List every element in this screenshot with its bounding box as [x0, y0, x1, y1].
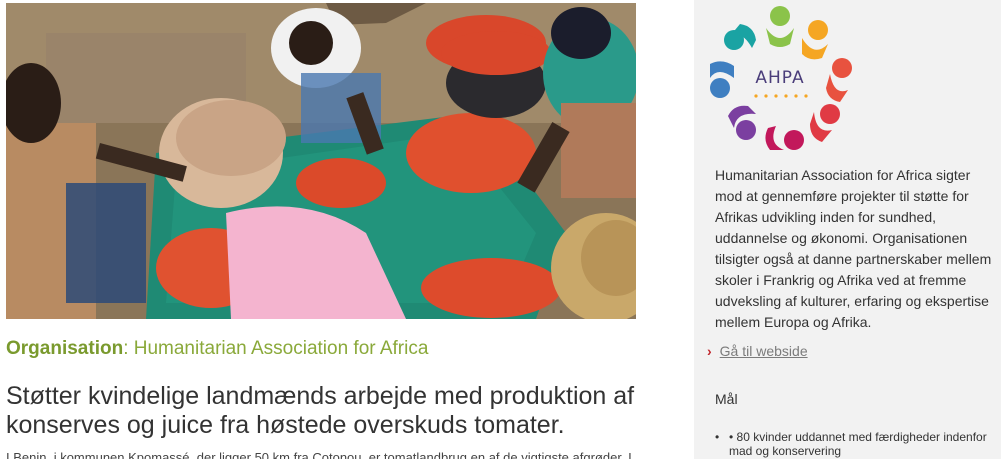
organisation-name: Humanitarian Association for Africa — [133, 338, 429, 359]
organisation-description: Humanitarian Association for Africa sigt… — [715, 167, 992, 330]
project-intro-text: I Benin, i kommunen Kpomassé, der ligger… — [6, 450, 632, 459]
ahpa-logo: AHPA — [706, 4, 854, 154]
website-link[interactable]: › Gå til webside — [707, 343, 808, 359]
hero-photo — [6, 3, 636, 319]
goal-item: • 80 kvinder uddannet med færdigheder in… — [715, 430, 995, 458]
project-headline: Støtter kvindelige landmænds arbejde med… — [6, 382, 635, 439]
organisation-sidebar: AHPA Humanitarian Association for Africa… — [694, 0, 1001, 459]
organisation-line: Organisation: Humanitarian Association f… — [6, 338, 428, 360]
chevron-right-icon: › — [707, 343, 712, 359]
logo-text: AHPA — [755, 68, 805, 88]
organisation-separator: : — [123, 338, 134, 359]
women-sorting-tomatoes-image — [6, 3, 636, 319]
website-link-label: Gå til webside — [719, 343, 808, 359]
organisation-label: Organisation — [6, 338, 124, 359]
goals-list: • 80 kvinder uddannet med færdigheder in… — [715, 430, 995, 458]
goals-heading: Mål — [715, 391, 738, 407]
